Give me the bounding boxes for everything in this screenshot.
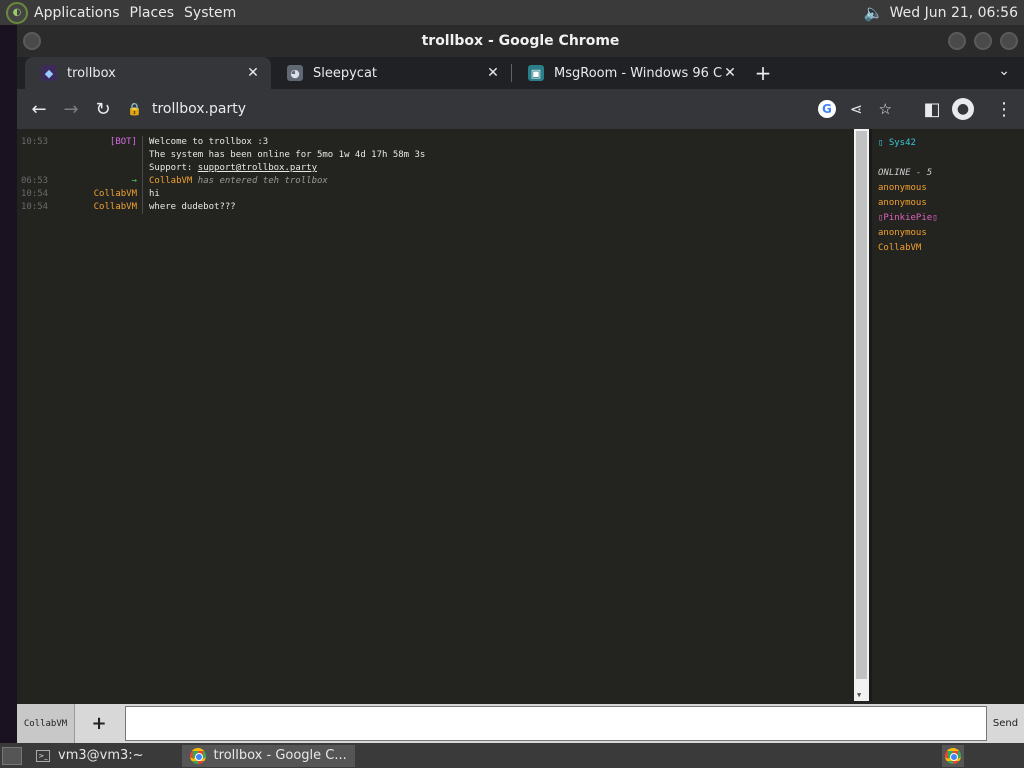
bookmark-star-icon[interactable]: ☆: [879, 100, 892, 118]
top-panel: ◐ Applications Places System 🔈 Wed Jun 2…: [0, 0, 1024, 25]
user-list-panel: ▯ Sys42 ONLINE - 5 anonymous anonymous ▯…: [869, 129, 1024, 701]
message-text: Welcome to trollbox :3: [149, 137, 269, 147]
tab-title: trollbox: [67, 65, 116, 81]
chat-message: The system has been online for 5mo 1w 4d…: [17, 149, 854, 162]
user-list-item[interactable]: anonymous: [878, 181, 1024, 196]
message-time: 10:54: [21, 202, 49, 212]
chrome-icon: [189, 747, 206, 764]
message-time: [17, 149, 53, 162]
system-menu[interactable]: System: [184, 5, 246, 21]
cat-favicon-icon: ◕: [287, 65, 303, 81]
self-nick[interactable]: ▯ Sys42: [878, 136, 1024, 151]
tab-trollbox[interactable]: ◆ trollbox ✕: [25, 57, 271, 89]
maximize-icon[interactable]: [974, 32, 992, 50]
tab-close-icon[interactable]: ✕: [722, 65, 738, 81]
places-menu[interactable]: Places: [130, 5, 185, 21]
minimize-icon[interactable]: [948, 32, 966, 50]
chat-message: 10:54 CollabVM hi: [17, 188, 854, 201]
user-list-item[interactable]: ▯PinkiePie▯: [878, 211, 1024, 226]
chrome-window: trollbox - Google Chrome ◆ trollbox ✕ ◕ …: [17, 25, 1024, 743]
message-nick[interactable]: [BOT]: [53, 136, 143, 149]
support-email-link[interactable]: support@trollbox.party: [198, 163, 317, 173]
panel-clock[interactable]: Wed Jun 21, 06:56: [890, 5, 1018, 21]
forward-arrow-icon[interactable]: →: [55, 93, 87, 125]
lock-icon[interactable]: 🔒: [127, 102, 142, 116]
desktop-background: [0, 25, 17, 745]
applications-menu[interactable]: Applications: [34, 5, 130, 21]
url-text[interactable]: trollbox.party: [152, 101, 246, 117]
bottom-taskbar: >_ vm3@vm3:~ trollbox - Google C...: [0, 743, 1024, 768]
address-bar[interactable]: 🔒 trollbox.party G ⋖ ☆: [127, 94, 908, 124]
message-nick[interactable]: CollabVM: [53, 188, 143, 201]
taskbar-chrome[interactable]: trollbox - Google C...: [181, 744, 355, 767]
message-nick[interactable]: CollabVM: [53, 201, 143, 214]
taskbar-terminal[interactable]: >_ vm3@vm3:~: [28, 745, 152, 767]
plus-button[interactable]: +: [75, 704, 123, 743]
chat-message: 10:54 CollabVM where dudebot???: [17, 201, 854, 214]
tab-close-icon[interactable]: ✕: [245, 65, 261, 81]
chat-scrollbar[interactable]: ▲ ▼: [854, 129, 869, 701]
kebab-menu-icon[interactable]: ⋮: [988, 93, 1020, 125]
back-arrow-icon[interactable]: ←: [23, 93, 55, 125]
message-text: where dudebot???: [149, 202, 236, 212]
chat-message: 06:53 → CollabVM has entered teh trollbo…: [17, 175, 854, 188]
close-window-icon[interactable]: [1000, 32, 1018, 50]
side-panel-icon[interactable]: ◧: [916, 93, 948, 125]
scroll-down-icon[interactable]: ▼: [857, 691, 861, 699]
tab-close-icon[interactable]: ✕: [485, 65, 501, 81]
chat-log[interactable]: 10:53 [BOT] Welcome to trollbox :3 The s…: [17, 129, 854, 701]
message-nick: [53, 162, 143, 175]
tab-title: Sleepycat: [313, 65, 378, 81]
browser-toolbar: ← → ↻ 🔒 trollbox.party G ⋖ ☆ ◧ ● ⋮: [17, 89, 1024, 129]
join-arrow-icon: →: [53, 175, 143, 188]
scrollbar-thumb[interactable]: [856, 131, 867, 679]
message-text: Support: support@trollbox.party: [143, 162, 317, 175]
task-label: vm3@vm3:~: [58, 748, 144, 763]
message-text: hi: [149, 189, 160, 199]
tray-chrome-icon[interactable]: [942, 744, 964, 767]
new-tab-button[interactable]: +: [748, 57, 778, 89]
message-text: CollabVM has entered teh trollbox: [143, 175, 328, 188]
msgroom-favicon-icon: ▣: [528, 65, 544, 81]
share-icon[interactable]: ⋖: [850, 100, 863, 118]
message-time: [17, 162, 53, 175]
profile-avatar-icon[interactable]: ●: [952, 98, 974, 120]
window-menu-icon[interactable]: [23, 32, 41, 50]
message-time: 10:54: [21, 189, 49, 199]
message-time: 06:53: [21, 176, 49, 186]
google-lens-icon[interactable]: G: [817, 100, 836, 118]
trollbox-page: 10:53 [BOT] Welcome to trollbox :3 The s…: [17, 129, 1024, 743]
send-button[interactable]: Send: [987, 704, 1024, 743]
task-label: trollbox - Google C...: [213, 748, 347, 763]
message-input[interactable]: [125, 706, 987, 741]
distro-logo-icon[interactable]: ◐: [6, 1, 28, 24]
chat-message: 10:53 [BOT] Welcome to trollbox :3: [17, 136, 854, 149]
message-time: 10:53: [21, 137, 49, 147]
terminal-icon: >_: [36, 749, 50, 762]
tab-search-chevron-icon[interactable]: ⌄: [998, 63, 1010, 79]
message-text: The system has been online for 5mo 1w 4d…: [149, 150, 426, 160]
message-nick: [53, 149, 143, 162]
user-list-item[interactable]: anonymous: [878, 196, 1024, 211]
join-text: has entered teh trollbox: [192, 176, 328, 186]
nick-button[interactable]: CollabVM: [17, 704, 75, 743]
window-titlebar[interactable]: trollbox - Google Chrome: [17, 25, 1024, 57]
tab-strip: ◆ trollbox ✕ ◕ Sleepycat ✕ ▣ MsgRoom - W…: [17, 57, 1024, 89]
tab-msgroom[interactable]: ▣ MsgRoom - Windows 96 Chat ✕: [512, 57, 748, 89]
join-nick[interactable]: CollabVM: [149, 176, 192, 186]
user-list-item[interactable]: CollabVM: [878, 241, 1024, 256]
online-count: ONLINE - 5: [878, 168, 933, 178]
window-title: trollbox - Google Chrome: [421, 33, 620, 49]
tab-sleepycat[interactable]: ◕ Sleepycat ✕: [271, 57, 511, 89]
reload-icon[interactable]: ↻: [87, 93, 119, 125]
tab-title: MsgRoom - Windows 96 Chat: [554, 65, 722, 81]
trollbox-favicon-icon: ◆: [41, 65, 57, 81]
user-list-item[interactable]: anonymous: [878, 226, 1024, 241]
support-label: Support:: [149, 163, 198, 173]
chat-input-bar: CollabVM + Send: [17, 704, 1024, 743]
chat-message: Support: support@trollbox.party: [17, 162, 854, 175]
volume-icon[interactable]: 🔈: [864, 3, 884, 22]
show-desktop-icon[interactable]: [2, 746, 22, 765]
